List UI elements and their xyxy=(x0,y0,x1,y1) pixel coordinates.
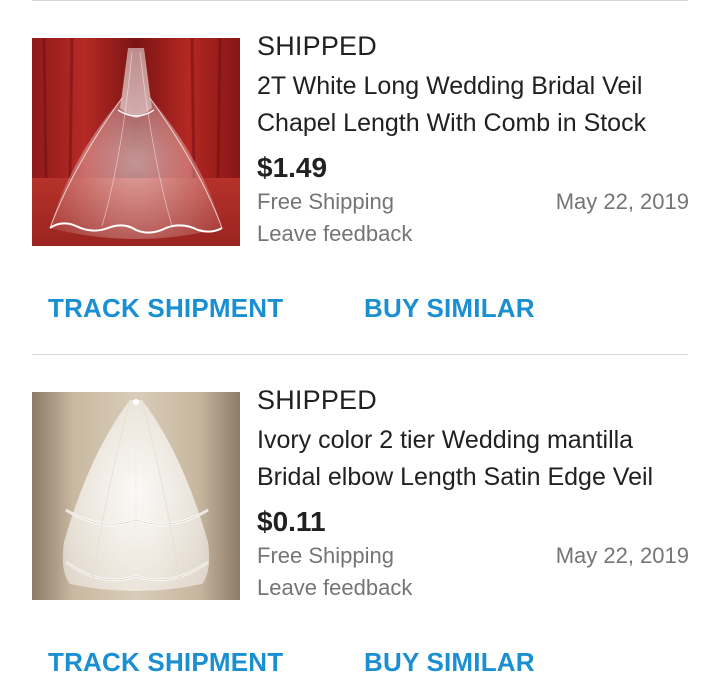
order-card[interactable]: SHIPPED Ivory color 2 tier Wedding manti… xyxy=(0,355,720,680)
product-title[interactable]: 2T White Long Wedding Bridal Veil Chapel… xyxy=(257,68,689,142)
shipping-label: Free Shipping xyxy=(257,189,394,214)
product-image-two-tier-veil[interactable] xyxy=(32,392,240,600)
product-price: $1.49 xyxy=(257,152,328,183)
buy-similar-button[interactable]: BUY SIMILAR xyxy=(364,642,535,680)
shipping-row: Free Shipping May 22, 2019 xyxy=(257,186,689,218)
order-info: SHIPPED Ivory color 2 tier Wedding manti… xyxy=(257,384,689,604)
order-status: SHIPPED xyxy=(257,31,377,61)
leave-feedback-link[interactable]: Leave feedback xyxy=(257,218,689,250)
buy-similar-button[interactable]: BUY SIMILAR xyxy=(364,288,535,328)
order-status: SHIPPED xyxy=(257,385,377,415)
product-title[interactable]: Ivory color 2 tier Wedding mantilla Brid… xyxy=(257,422,689,496)
track-shipment-button[interactable]: TRACK SHIPMENT xyxy=(48,642,283,680)
product-price: $0.11 xyxy=(257,506,326,537)
track-shipment-button[interactable]: TRACK SHIPMENT xyxy=(48,288,283,328)
order-info: SHIPPED 2T White Long Wedding Bridal Vei… xyxy=(257,30,689,250)
shipping-label: Free Shipping xyxy=(257,543,394,568)
product-image-long-veil[interactable] xyxy=(32,38,240,246)
leave-feedback-link[interactable]: Leave feedback xyxy=(257,572,689,604)
orders-page: SHIPPED 2T White Long Wedding Bridal Vei… xyxy=(0,0,720,680)
order-date: May 22, 2019 xyxy=(555,543,689,568)
order-card[interactable]: SHIPPED 2T White Long Wedding Bridal Vei… xyxy=(0,0,720,340)
order-date: May 22, 2019 xyxy=(555,189,689,214)
shipping-row: Free Shipping May 22, 2019 xyxy=(257,540,689,572)
